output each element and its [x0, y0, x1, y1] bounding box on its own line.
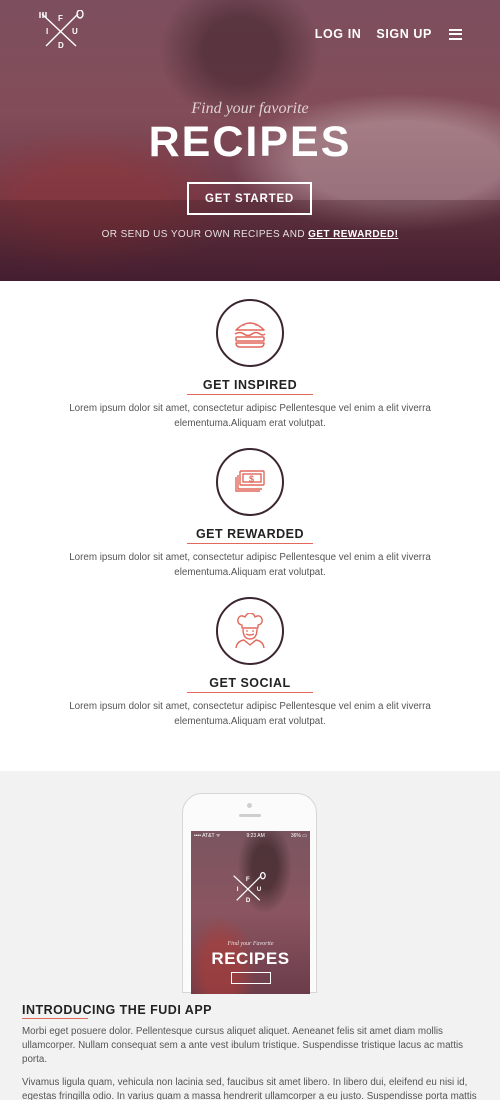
feature-text: Lorem ipsum dolor sit amet, consectetur …	[69, 701, 431, 727]
feature-icon-circle	[216, 597, 284, 665]
phone-camera	[247, 803, 252, 808]
phone-cta-button	[231, 972, 271, 984]
money-icon: $	[235, 470, 265, 492]
phone-battery: 36% ▭	[290, 833, 307, 839]
svg-text:F: F	[58, 14, 63, 23]
feature-title-underline	[187, 394, 313, 395]
hero-tagline: Find your favorite	[191, 100, 309, 117]
phone-speaker	[239, 814, 261, 817]
app-title-underline	[22, 1018, 88, 1019]
phone-time: 9:23 AM	[246, 833, 265, 839]
phone-tagline: Find your Favorite	[227, 941, 274, 947]
svg-text:I: I	[46, 27, 48, 36]
svg-text:U: U	[72, 27, 78, 36]
hero-title: RECIPES	[148, 118, 352, 166]
hero-subtext: OR SEND US YOUR OWN RECIPES AND GET REWA…	[0, 229, 500, 240]
feature-title-underline	[187, 543, 313, 544]
hero-subtext-label: OR SEND US YOUR OWN RECIPES AND	[101, 229, 309, 240]
app-section: •••• AT&T ᯤ 9:23 AM 36% ▭ FUDI Find your…	[0, 771, 500, 1100]
app-paragraph-2: Vivamus ligula quam, vehicula non lacini…	[22, 1077, 477, 1100]
app-section-title: INTRODUCING THE FUDI APP	[22, 1003, 213, 1017]
top-nav: LOG IN SIGN UP	[315, 27, 462, 41]
svg-text:U: U	[257, 886, 262, 893]
svg-text:F: F	[246, 876, 250, 883]
feature-text: Lorem ipsum dolor sit amet, consectetur …	[69, 403, 431, 429]
feature-text: Lorem ipsum dolor sit amet, consectetur …	[69, 552, 431, 578]
hamburger-menu-icon[interactable]	[449, 28, 462, 40]
get-started-button[interactable]: GET STARTED	[187, 182, 312, 215]
burger-icon	[234, 322, 266, 348]
phone-carrier: •••• AT&T ᯤ	[194, 833, 221, 839]
phone-screen: •••• AT&T ᯤ 9:23 AM 36% ▭ FUDI Find your…	[191, 831, 310, 994]
feature-icon-circle	[216, 299, 284, 367]
chef-icon	[235, 613, 265, 649]
app-paragraph-1: Morbi eget posuere dolor. Pellentesque c…	[22, 1026, 464, 1065]
svg-text:D: D	[246, 897, 251, 904]
phone-status-bar: •••• AT&T ᯤ 9:23 AM 36% ▭	[194, 833, 307, 839]
hero-section: FUD I LOG IN SIGN UP Find your favorite R…	[0, 0, 500, 281]
phone-fudi-logo: FUDI	[233, 872, 266, 904]
phone-mockup: •••• AT&T ᯤ 9:23 AM 36% ▭ FUDI Find your…	[182, 793, 317, 994]
svg-text:I: I	[237, 886, 239, 893]
svg-text:D: D	[58, 41, 64, 50]
login-link[interactable]: LOG IN	[315, 27, 362, 41]
feature-title-underline	[187, 692, 313, 693]
feature-title: GET SOCIAL	[209, 676, 291, 690]
feature-icon-circle: $	[216, 448, 284, 516]
phone-title: RECIPES	[211, 949, 290, 968]
feature-title: GET REWARDED	[195, 527, 305, 541]
fudi-logo[interactable]: FUD I	[36, 10, 88, 50]
svg-text:$: $	[249, 474, 254, 484]
feature-title: GET INSPIRED	[202, 378, 298, 392]
signup-link[interactable]: SIGN UP	[376, 27, 432, 41]
get-rewarded-link[interactable]: GET REWARDED!	[308, 229, 398, 240]
